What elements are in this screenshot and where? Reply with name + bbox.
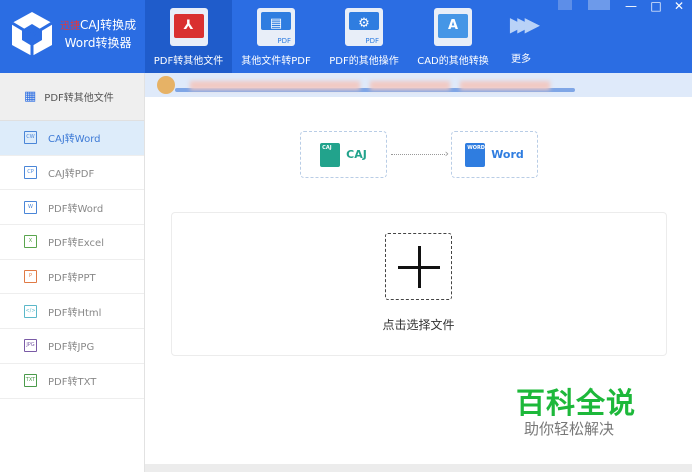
tab-label: CAD的其他转换 bbox=[417, 56, 489, 67]
tab-pdf-operations[interactable]: ⚙ PDF PDF的其他操作 bbox=[322, 0, 406, 73]
sidebar-item-pdf转word[interactable]: W PDF转Word bbox=[0, 190, 144, 226]
status-bar bbox=[145, 464, 692, 472]
app-logo-icon bbox=[11, 12, 53, 56]
sidebar-item-caj转pdf[interactable]: CP CAJ转PDF bbox=[0, 156, 144, 191]
sidebar-item-pdf转html[interactable]: </> PDF转Html bbox=[0, 294, 144, 330]
sidebar-header-label: PDF转其他文件 bbox=[44, 93, 114, 104]
tab-cad-conversion[interactable]: A CAD的其他转换 bbox=[410, 0, 496, 73]
sidebar: ▦ PDF转其他文件 CW CAJ转Word CP CAJ转PDF W PDF转Word X P… bbox=[0, 73, 145, 472]
mascot-icon bbox=[157, 76, 175, 94]
sidebar-item-label: PDF转PPT bbox=[48, 273, 96, 285]
file-type-icon: </> bbox=[24, 304, 37, 318]
add-file-button[interactable] bbox=[385, 233, 452, 300]
file-type-icon: JPG bbox=[24, 339, 37, 353]
word-file-icon: WORD bbox=[465, 142, 486, 167]
pdf-gears-icon: ⚙ PDF bbox=[345, 8, 383, 46]
caj-file-icon: CAJ bbox=[320, 142, 341, 167]
brand-mark: 迅捷 bbox=[60, 21, 80, 32]
watermark-title: 百科全说 bbox=[516, 386, 637, 420]
file-type-icon: P bbox=[24, 270, 37, 284]
tab-other-to-pdf[interactable]: ▤ PDF 其他文件转PDF bbox=[234, 0, 318, 73]
target-format-label: Word bbox=[491, 148, 524, 161]
arrow-icon: › bbox=[391, 147, 449, 160]
header: 迅捷CAJ转换成 Word转换器 ⅄ PDF转其他文件 ▤ PDF 其他文件转PD… bbox=[0, 0, 692, 73]
target-format-box: WORD Word bbox=[451, 131, 538, 178]
more-arrows-icon: ▶▶▶ bbox=[509, 12, 540, 36]
skin-icon[interactable] bbox=[558, 0, 572, 10]
source-format-box: CAJ CAJ bbox=[300, 131, 387, 178]
tab-label: PDF的其他操作 bbox=[329, 56, 399, 67]
grid-icon: ▦ bbox=[24, 89, 37, 104]
sidebar-item-pdf转jpg[interactable]: JPG PDF转JPG bbox=[0, 329, 144, 364]
sidebar-item-label: PDF转JPG bbox=[48, 342, 95, 354]
title-line1: CAJ转换成 bbox=[80, 18, 137, 32]
document-to-pdf-icon: ▤ PDF bbox=[257, 8, 295, 46]
close-button[interactable]: ✕ bbox=[668, 0, 690, 12]
title-line2: Word转换器 bbox=[64, 36, 132, 50]
tab-label: 更多 bbox=[511, 54, 531, 65]
file-type-icon: CP bbox=[24, 166, 37, 180]
sidebar-item-pdf转excel[interactable]: X PDF转Excel bbox=[0, 225, 144, 260]
cad-icon: A bbox=[434, 8, 472, 46]
sidebar-item-pdf转txt[interactable]: TXT PDF转TXT bbox=[0, 364, 144, 399]
file-type-icon: W bbox=[24, 200, 37, 214]
pdf-acrobat-icon: ⅄ bbox=[169, 8, 208, 46]
maximize-button[interactable]: □ bbox=[645, 0, 667, 12]
sidebar-item-label: CAJ转Word bbox=[48, 134, 101, 146]
file-type-icon: X bbox=[24, 235, 37, 249]
sidebar-item-label: CAJ转PDF bbox=[48, 169, 95, 181]
cad-letter: A bbox=[438, 14, 468, 38]
tab-label: 其他文件转PDF bbox=[241, 56, 311, 67]
tab-pdf-to-other[interactable]: ⅄ PDF转其他文件 bbox=[145, 0, 232, 73]
sidebar-header: ▦ PDF转其他文件 bbox=[0, 73, 144, 121]
app-title: 迅捷CAJ转换成 Word转换器 bbox=[60, 17, 136, 52]
pdf-badge: PDF bbox=[277, 37, 291, 45]
tab-more[interactable]: ▶▶▶ 更多 bbox=[500, 0, 542, 73]
minimize-button[interactable]: — bbox=[620, 0, 642, 12]
tab-label: PDF转其他文件 bbox=[153, 56, 224, 67]
sidebar-item-label: PDF转Html bbox=[48, 307, 102, 319]
sidebar-item-pdf转ppt[interactable]: P PDF转PPT bbox=[0, 260, 144, 295]
menu-icon[interactable] bbox=[588, 0, 610, 10]
choose-file-label[interactable]: 点击选择文件 bbox=[360, 316, 477, 333]
sidebar-item-label: PDF转TXT bbox=[48, 377, 97, 389]
file-type-icon: CW bbox=[24, 131, 37, 145]
file-type-icon: TXT bbox=[24, 374, 37, 388]
sidebar-item-caj转word[interactable]: CW CAJ转Word bbox=[0, 121, 144, 156]
watermark-subtitle: 助你轻松解决 bbox=[524, 420, 615, 438]
source-format-label: CAJ bbox=[346, 148, 367, 161]
sidebar-item-label: PDF转Word bbox=[48, 203, 104, 215]
sidebar-item-label: PDF转Excel bbox=[48, 238, 104, 250]
pdf-badge: PDF bbox=[365, 37, 379, 45]
